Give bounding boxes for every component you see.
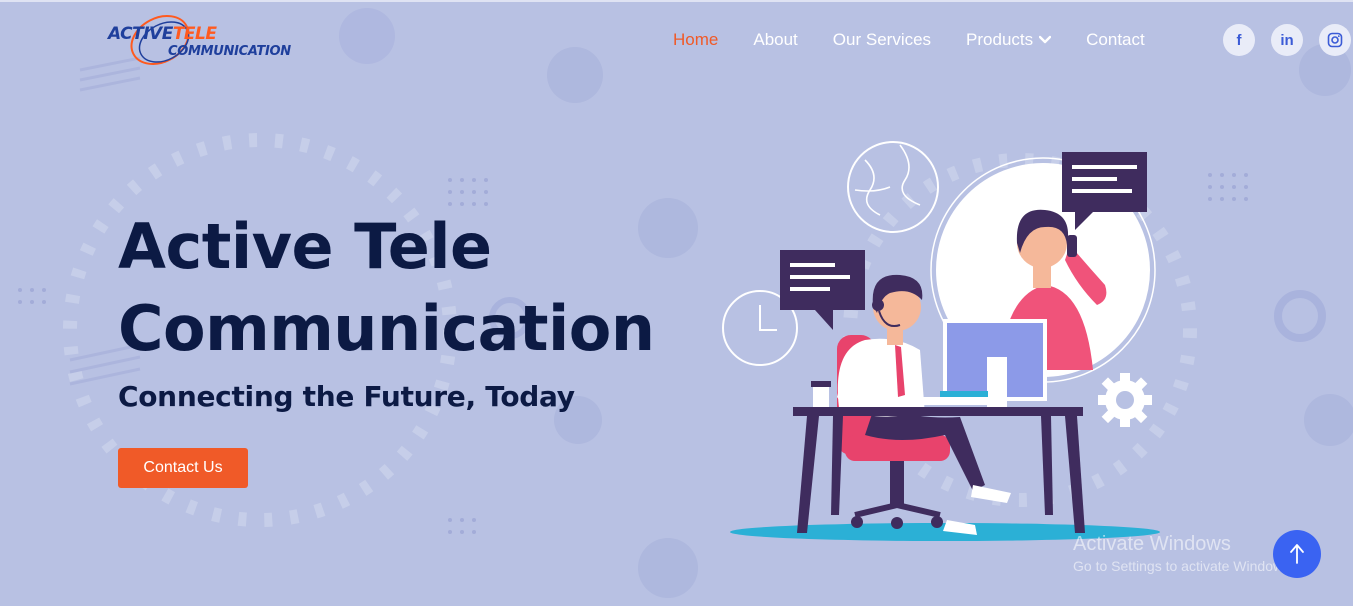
windows-activation-watermark: Activate Windows Go to Settings to activ…	[1073, 533, 1294, 574]
brand-logo[interactable]: ACTIVETELE COMMUNICATION	[104, 14, 304, 68]
hero-title-line2: Communication	[118, 292, 655, 365]
nav-home[interactable]: Home	[673, 30, 718, 50]
main-nav: Home About Our Services Products Contact	[673, 28, 1180, 52]
globe-icon	[847, 141, 939, 233]
chevron-down-icon	[1039, 35, 1052, 44]
watermark-title: Activate Windows	[1073, 533, 1231, 555]
instagram-glyph	[1327, 32, 1343, 48]
monitor	[920, 319, 1047, 407]
logo-line1: ACTIVETELE	[108, 24, 217, 44]
nav-about[interactable]: About	[753, 30, 797, 50]
scroll-to-top-button[interactable]	[1273, 530, 1321, 578]
facebook-icon[interactable]: f	[1223, 24, 1255, 56]
nav-products[interactable]: Products	[966, 30, 1052, 50]
hero-title-line1: Active Tele	[118, 210, 492, 283]
logo-word-active: ACTIVE	[108, 24, 173, 44]
social-links: f in	[1223, 24, 1351, 56]
nav-contact[interactable]: Contact	[1086, 30, 1145, 50]
contact-us-button[interactable]: Contact Us	[118, 448, 248, 488]
gear-icon	[1098, 373, 1152, 427]
linkedin-icon[interactable]: in	[1271, 24, 1303, 56]
watermark-hint: Go to Settings to activate Windows.	[1073, 558, 1294, 574]
hero-subtitle: Connecting the Future, Today	[118, 380, 575, 413]
arrow-up-icon	[1290, 544, 1304, 564]
hero-title: Active Tele Communication	[118, 206, 678, 370]
speech-bubble-left	[780, 250, 865, 330]
nav-our-services[interactable]: Our Services	[833, 30, 931, 50]
logo-line2: COMMUNICATION	[168, 44, 291, 59]
call-center-illustration	[722, 141, 1160, 541]
instagram-icon[interactable]	[1319, 24, 1351, 56]
coffee-cup-icon	[811, 381, 831, 407]
nav-products-label: Products	[966, 30, 1034, 49]
logo-word-tele: TELE	[172, 24, 217, 44]
